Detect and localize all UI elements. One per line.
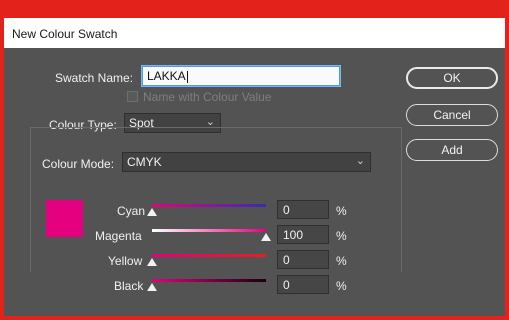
black-value-input[interactable]: 0 <box>277 275 329 294</box>
yellow-percent-label: % <box>336 254 347 268</box>
cancel-button[interactable]: Cancel <box>406 104 498 126</box>
cyan-slider-thumb-icon[interactable] <box>147 208 157 216</box>
black-percent-label: % <box>336 279 347 293</box>
colour-mode-label: Colour Mode: <box>42 157 119 171</box>
magenta-percent-label: % <box>336 229 347 243</box>
yellow-value-input[interactable]: 0 <box>277 250 329 269</box>
swatch-name-value: LAKKA <box>147 69 186 83</box>
colour-preview-swatch <box>46 200 83 237</box>
yellow-slider-thumb-icon[interactable] <box>147 258 157 266</box>
text-caret <box>186 70 188 83</box>
magenta-value-input[interactable]: 100 <box>277 225 329 244</box>
magenta-slider-track[interactable] <box>152 229 266 232</box>
dialog-title: New Colour Swatch <box>12 27 118 41</box>
magenta-label: Magenta <box>95 229 142 243</box>
add-button[interactable]: Add <box>406 139 498 161</box>
name-with-colour-value-label: Name with Colour Value <box>143 90 272 104</box>
ok-button[interactable]: OK <box>406 67 498 89</box>
cyan-label: Cyan <box>117 204 146 218</box>
chevron-down-icon: ⌄ <box>355 155 365 167</box>
swatch-name-label: Swatch Name: <box>55 71 134 85</box>
cyan-percent-label: % <box>336 204 347 218</box>
cyan-slider-track[interactable] <box>152 204 266 207</box>
swatch-name-input[interactable]: LAKKA <box>142 66 340 86</box>
dialog-titlebar[interactable]: New Colour Swatch <box>4 18 505 48</box>
black-slider-thumb-icon[interactable] <box>147 283 157 291</box>
yellow-slider-track[interactable] <box>152 254 266 257</box>
colour-mode-group <box>30 127 402 272</box>
cyan-value-input[interactable]: 0 <box>277 200 329 219</box>
yellow-label: Yellow <box>108 254 143 268</box>
black-label: Black <box>114 279 144 293</box>
colour-mode-value: CMYK <box>127 155 162 169</box>
magenta-slider-thumb-icon[interactable] <box>261 233 271 241</box>
colour-mode-select[interactable]: CMYK ⌄ <box>122 152 371 172</box>
name-with-colour-value-checkbox[interactable] <box>127 91 138 102</box>
black-slider-track[interactable] <box>152 279 266 282</box>
